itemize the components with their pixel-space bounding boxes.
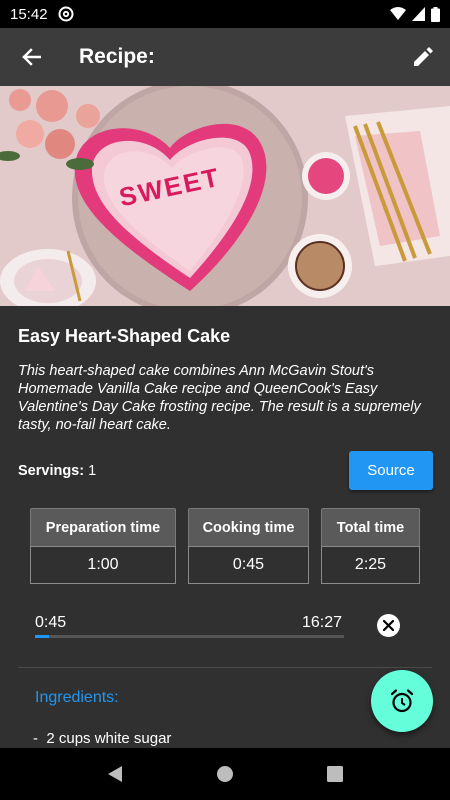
player-total-time: 16:27: [302, 614, 343, 631]
edit-button[interactable]: [398, 28, 448, 86]
recipe-description: This heart-shaped cake combines Ann McGa…: [18, 363, 421, 433]
edit-pencil-icon: [414, 47, 433, 66]
total-time-value: 2:25: [321, 546, 420, 584]
alarm-clock-icon: [390, 689, 414, 713]
preparation-time-box: Preparation time 1:00: [30, 508, 176, 584]
player-progress-track[interactable]: [35, 635, 344, 638]
recents-square-icon[interactable]: [327, 766, 344, 782]
preparation-time-label: Preparation time: [30, 508, 176, 546]
page-title: Recipe:: [79, 45, 155, 68]
timer-fab-button[interactable]: [371, 670, 433, 732]
player-close-button[interactable]: [377, 614, 400, 637]
cooking-time-box: Cooking time 0:45: [188, 508, 309, 584]
app-bar: Recipe:: [0, 28, 450, 86]
cooking-time-label: Cooking time: [188, 508, 309, 546]
cake-photo: SWEET: [0, 86, 450, 306]
cooking-time-value: 0:45: [188, 546, 309, 584]
battery-icon: [431, 6, 440, 22]
wifi-icon: [390, 7, 406, 20]
recipe-image: SWEET: [0, 86, 450, 306]
back-button[interactable]: [3, 28, 59, 86]
ingredients-heading: Ingredients:: [35, 689, 119, 706]
total-time-label: Total time: [321, 508, 420, 546]
status-bar: 15:42: [0, 0, 450, 28]
servings-label: Servings:: [18, 463, 85, 479]
servings: Servings: 1: [18, 463, 96, 479]
back-arrow-icon: [22, 48, 41, 66]
cell-signal-icon: [412, 7, 425, 21]
ingredient-item: - 2 cups white sugar: [33, 730, 172, 747]
divider: [18, 667, 432, 668]
player-current-time: 0:45: [35, 614, 67, 631]
total-time-box: Total time 2:25: [321, 508, 420, 584]
servings-value: 1: [88, 463, 97, 479]
back-triangle-icon[interactable]: [107, 765, 123, 783]
source-button[interactable]: Source: [349, 451, 433, 490]
home-circle-icon[interactable]: [216, 765, 234, 783]
status-time: 15:42: [10, 5, 48, 23]
player-progress-fill: [35, 635, 50, 638]
system-nav-bar: [0, 748, 450, 800]
at-sign-icon: [58, 6, 74, 22]
ingredient-text: 2 cups white sugar: [46, 730, 172, 747]
recipe-title: Easy Heart-Shaped Cake: [18, 326, 231, 346]
preparation-time-value: 1:00: [30, 546, 176, 584]
close-icon: [383, 620, 394, 631]
